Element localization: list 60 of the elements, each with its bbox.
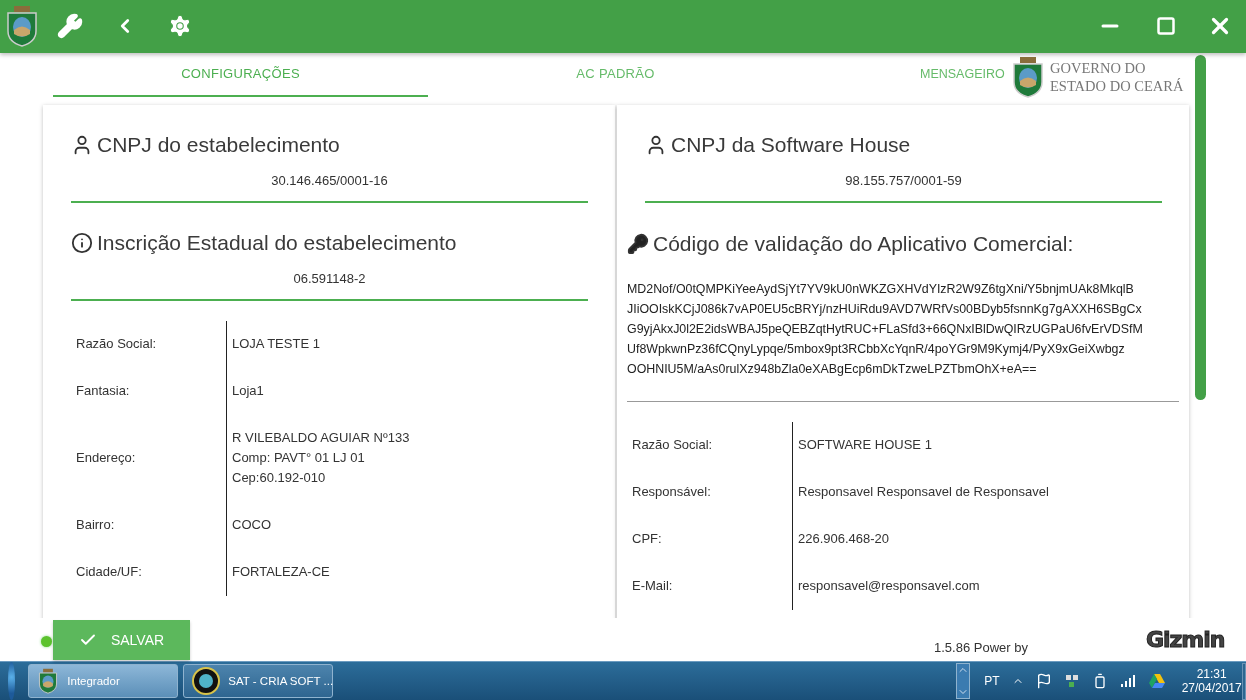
- app-icon: [192, 667, 221, 695]
- field-label: Responsável:: [631, 483, 712, 502]
- field-value: Cep:60.192-010: [232, 469, 327, 488]
- field-value: FORTALEZA-CE: [232, 563, 331, 582]
- key-icon: [627, 232, 649, 255]
- field-value: LOJA TESTE 1: [232, 335, 321, 354]
- field-label: Cidade/UF:: [75, 563, 143, 582]
- validation-code: OOHNIU5M/aAs0rulXz948bZla0eXABgEcp6mDkTzweLPZTbmOhX+eA==: [627, 360, 1038, 378]
- section-title: Inscrição Estadual do estabelecimento: [97, 229, 457, 256]
- coat-of-arms-icon: [1010, 54, 1046, 100]
- clock-time[interactable]: 21:31: [1196, 667, 1227, 681]
- clock-date[interactable]: 27/04/2017: [1181, 681, 1242, 695]
- save-button[interactable]: SALVAR: [53, 619, 190, 660]
- cnpj-value: 98.155.757/0001-59: [844, 172, 963, 189]
- field-value: responsavel@responsavel.com: [798, 577, 981, 596]
- field-value: Responsavel Responsavel de Responsavel: [798, 483, 1050, 502]
- field-label: E-Mail:: [631, 577, 674, 596]
- show-desktop-button[interactable]: [1241, 662, 1246, 700]
- field-label: Razão Social:: [75, 335, 158, 354]
- coat-of-arms-icon: [4, 5, 40, 48]
- tray-scroller[interactable]: [956, 663, 971, 699]
- validation-code: MD2Nof/O0tQMPKiYeeAydSjYt7YV9kU0nWKZGXHVdYIzR2W9Z6tgXni/Y5bnjmUAk8MkqlB: [627, 280, 1135, 298]
- field-value: Comp: PAVT° 01 LJ 01: [232, 449, 366, 468]
- start-button[interactable]: [8, 662, 16, 700]
- cnpj-value: 30.146.465/0001-16: [270, 172, 389, 189]
- status-dot: [41, 636, 52, 648]
- coat-of-arms-icon: [37, 667, 60, 695]
- validation-code: JIiOOIskKCjJ086k7vAP0EU5cBRYj/nzHUiRdu9AVD7WRfVs00BDyb5fsnnKg7gAXXH6SBgCx: [627, 300, 1143, 318]
- tab[interactable]: AC PADRÃO: [428, 52, 803, 97]
- brand-text: ESTADO DO CEARÁ: [1050, 77, 1184, 95]
- scrollbar-thumb[interactable]: [1195, 55, 1206, 400]
- version-text: 1.5.86 Power by: [934, 640, 1028, 656]
- field-value: COCO: [232, 516, 272, 535]
- network-icon[interactable]: [1063, 673, 1080, 689]
- field-label: CPF:: [631, 530, 663, 549]
- gizmin-logo: Gizmin: [1145, 627, 1225, 653]
- field-value: SOFTWARE HOUSE 1: [798, 436, 933, 455]
- language-indicator[interactable]: PT: [984, 674, 1000, 688]
- flag-icon[interactable]: [1035, 673, 1052, 689]
- validation-code: G9yjAkxJ0l2E2idsWBAJ5peQEBZqtHytRUC+FLaSfd3+66QNxIBlDwQIRzUGPaU6fvErVDSfM: [627, 320, 1144, 338]
- field-value: 226.906.468-20: [798, 530, 891, 549]
- tab[interactable]: CONFIGURAÇÕES: [53, 52, 428, 97]
- field-label: Endereço:: [75, 449, 137, 468]
- drive-icon[interactable]: [1147, 673, 1166, 689]
- field-label: Razão Social:: [631, 436, 714, 455]
- signal-icon[interactable]: [1119, 674, 1136, 688]
- field-label: Bairro:: [75, 516, 116, 535]
- field-value: R VILEBALDO AGUIAR Nº133: [232, 429, 411, 448]
- field-value: Loja1: [232, 382, 265, 401]
- section-title: CNPJ do estabelecimento: [97, 131, 340, 158]
- ie-value: 06.591148-2: [292, 270, 367, 287]
- taskbar-app[interactable]: SAT - CRIA SOFT ...: [183, 664, 334, 698]
- taskbar-app[interactable]: Integrador: [28, 664, 179, 698]
- brand-text: GOVERNO DO: [1050, 59, 1147, 77]
- section-title: CNPJ da Software House: [671, 131, 911, 158]
- tab[interactable]: MENSAGEIRO: [920, 52, 1005, 97]
- field-label: Fantasia:: [75, 382, 131, 401]
- section-title: Código de validação do Aplicativo Comercial:: [653, 230, 1074, 257]
- info-icon: [71, 231, 93, 254]
- validation-code: Uf8WpkwnPz36fCQnyLypqe/5mbox9pt3RCbbXcYqnR/4poYGr9M9Kymj4/PyX9xGeiXwbgz: [627, 340, 1126, 358]
